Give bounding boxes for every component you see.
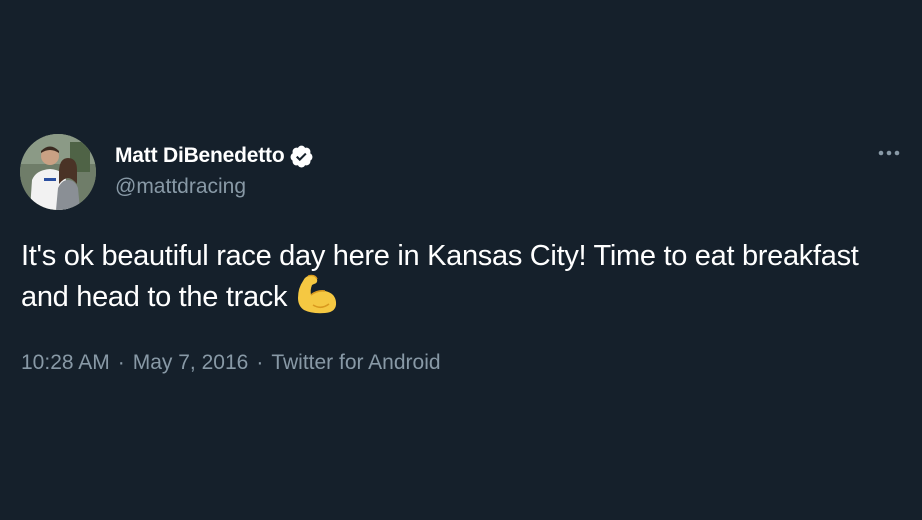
tweet-text: It's ok beautiful race day here in Kansa… bbox=[21, 240, 859, 313]
verified-badge-icon bbox=[289, 144, 314, 169]
display-name-row: Matt DiBenedetto bbox=[115, 142, 314, 170]
more-options-icon[interactable] bbox=[876, 140, 902, 166]
tweet-card: Matt DiBenedetto @mattdracing It's ok be… bbox=[0, 0, 922, 520]
tweet-header: Matt DiBenedetto @mattdracing bbox=[20, 134, 902, 212]
meta-separator: · bbox=[256, 351, 264, 374]
tweet-date[interactable]: May 7, 2016 bbox=[133, 351, 249, 375]
tweet-time[interactable]: 10:28 AM bbox=[21, 351, 110, 375]
author-names: Matt DiBenedetto @mattdracing bbox=[115, 142, 314, 199]
avatar[interactable] bbox=[20, 134, 96, 210]
tweet-source-link[interactable]: Twitter for Android bbox=[271, 351, 440, 375]
tweet-body: It's ok beautiful race day here in Kansa… bbox=[21, 236, 901, 318]
author-handle[interactable]: @mattdracing bbox=[115, 175, 314, 199]
tweet-meta: 10:28 AM · May 7, 2016 · Twitter for And… bbox=[21, 351, 441, 375]
meta-separator: · bbox=[117, 351, 125, 374]
flexed-biceps-emoji-icon bbox=[295, 272, 339, 316]
display-name[interactable]: Matt DiBenedetto bbox=[115, 144, 285, 168]
